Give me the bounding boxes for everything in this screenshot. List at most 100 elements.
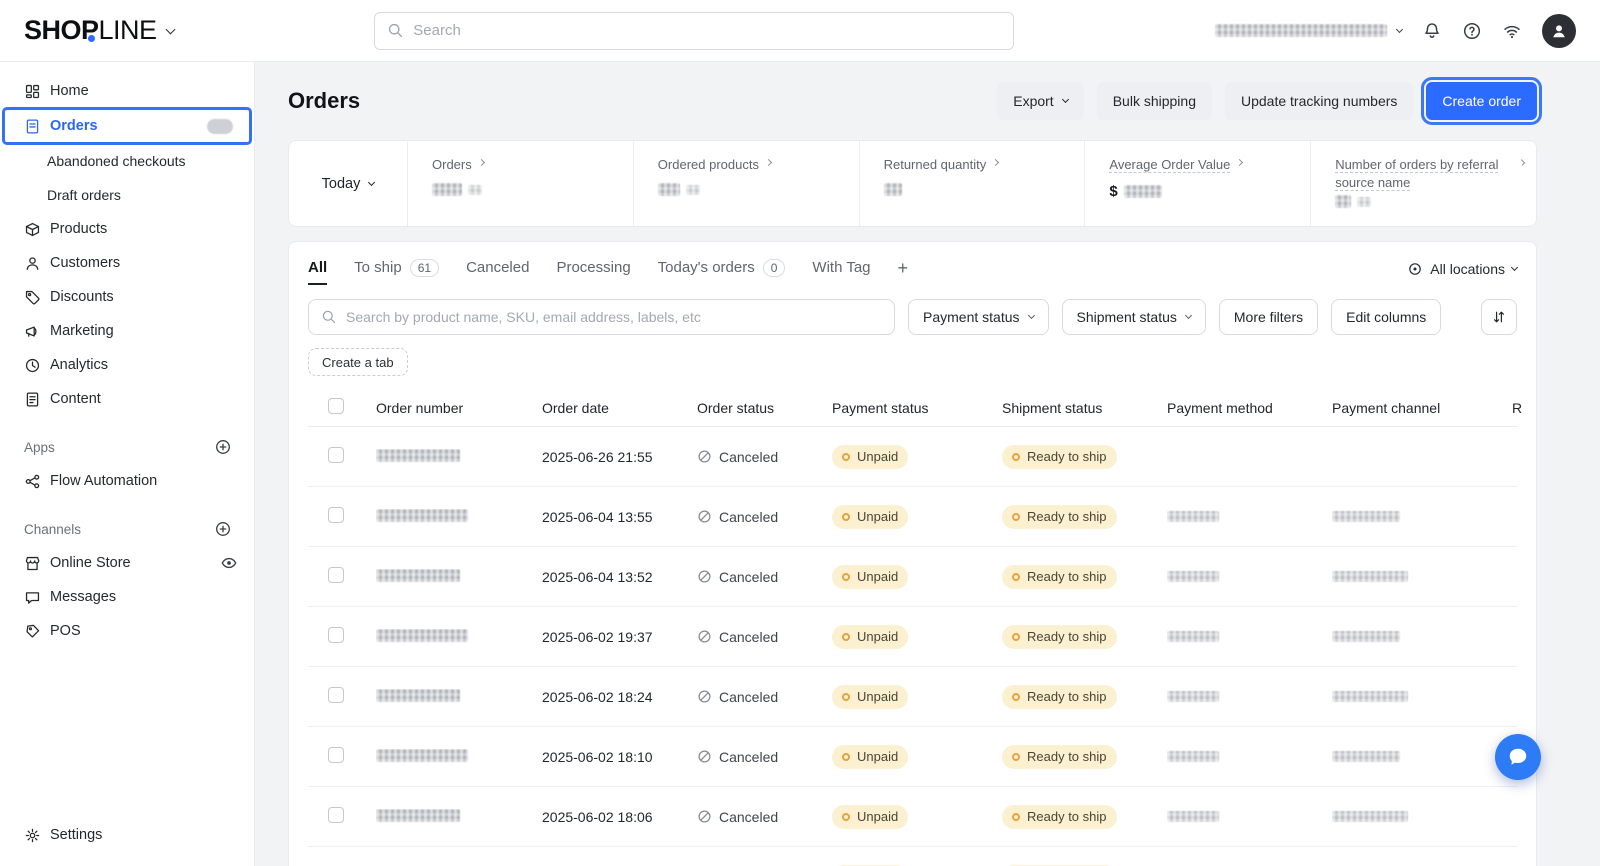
sidebar-item-content[interactable]: Content [0, 382, 254, 416]
column-header[interactable]: Payment channel [1332, 400, 1512, 416]
status-dot [1012, 453, 1020, 461]
payment-channel-redacted [1332, 751, 1400, 762]
sidebar-item-customers[interactable]: Customers [0, 246, 254, 280]
column-header[interactable]: Shipment status [1002, 400, 1167, 416]
sidebar-item-products[interactable]: Products [0, 212, 254, 246]
order-number-redacted[interactable] [376, 629, 468, 642]
shipment-status-badge-label: Ready to ship [1027, 689, 1107, 704]
row-checkbox[interactable] [328, 627, 344, 643]
chat-launcher-button[interactable] [1495, 734, 1541, 780]
order-number-redacted[interactable] [376, 509, 468, 522]
order-number-redacted[interactable] [376, 569, 460, 582]
export-button[interactable]: Export [997, 82, 1083, 120]
stat-orders-label[interactable]: Orders [432, 156, 484, 174]
shopline-logo[interactable]: SHOPLINE [24, 15, 174, 46]
order-status-label: Canceled [719, 809, 778, 825]
stat-returned-quantity-label[interactable]: Returned quantity [884, 156, 999, 174]
discounts-icon [24, 289, 41, 306]
sidebar-item-messages[interactable]: Messages [0, 580, 254, 614]
create-tab-button[interactable]: Create a tab [308, 348, 408, 376]
column-header[interactable]: Order number [376, 400, 542, 416]
sidebar-item-label: Analytics [50, 357, 108, 373]
tab-todays-orders[interactable]: Today's orders0 [658, 259, 786, 286]
shipment-status-filter[interactable]: Shipment status [1062, 299, 1206, 335]
stat-referral-orders: Number of orders by referral source name [1311, 141, 1536, 226]
sidebar-item-pos[interactable]: POS [0, 614, 254, 648]
edit-columns-button[interactable]: Edit columns [1331, 299, 1441, 335]
row-checkbox[interactable] [328, 507, 344, 523]
order-number-redacted[interactable] [376, 689, 460, 702]
sidebar-item-settings[interactable]: Settings [0, 818, 254, 852]
add-tab-button[interactable]: + [898, 258, 909, 286]
table-row[interactable]: 2025-06-26 21:55 Canceled Unpaid Ready t… [308, 427, 1517, 487]
sidebar-item-online-store[interactable]: Online Store [0, 546, 254, 580]
row-checkbox[interactable] [328, 807, 344, 823]
row-checkbox[interactable] [328, 747, 344, 763]
help-icon[interactable] [1462, 21, 1482, 41]
order-status: Canceled [697, 629, 832, 645]
order-number-redacted[interactable] [376, 449, 460, 462]
row-checkbox[interactable] [328, 687, 344, 703]
table-row[interactable]: 2025-06-02 18:10 Canceled Unpaid Ready t… [308, 727, 1517, 787]
row-checkbox[interactable] [328, 567, 344, 583]
eye-icon[interactable] [220, 554, 238, 572]
payment-status-filter[interactable]: Payment status [908, 299, 1049, 335]
tab-all[interactable]: All [308, 259, 327, 285]
sidebar-item-analytics[interactable]: Analytics [0, 348, 254, 382]
column-header[interactable]: Payment status [832, 400, 1002, 416]
table-row[interactable]: 2025-06-02 18:24 Canceled Unpaid Ready t… [308, 667, 1517, 727]
filter-row: Payment status Shipment status More filt… [308, 299, 1517, 335]
payment-method-redacted [1167, 751, 1219, 762]
store-switcher[interactable] [1215, 24, 1402, 37]
tab-with-tag[interactable]: With Tag [812, 259, 870, 285]
tab-processing[interactable]: Processing [556, 259, 630, 285]
table-row[interactable]: 2025-06-02 19:37 Canceled Unpaid Ready t… [308, 607, 1517, 667]
column-header[interactable]: Order date [542, 400, 697, 416]
row-checkbox[interactable] [328, 447, 344, 463]
chevron-down-icon [1062, 96, 1069, 103]
tab-to-ship[interactable]: To ship61 [354, 259, 439, 286]
logo-dot [88, 35, 95, 42]
payment-status-badge-label: Unpaid [857, 629, 898, 644]
avatar[interactable] [1542, 14, 1576, 48]
create-order-button[interactable]: Create order [1426, 82, 1537, 120]
sidebar-item-flow-automation[interactable]: Flow Automation [0, 464, 254, 498]
sort-button[interactable] [1481, 299, 1517, 335]
update-tracking-numbers-button[interactable]: Update tracking numbers [1225, 82, 1413, 120]
sidebar-item-home[interactable]: Home [0, 74, 254, 108]
sidebar-item-discounts[interactable]: Discounts [0, 280, 254, 314]
sidebar-item-draft-orders[interactable]: Draft orders [0, 178, 254, 212]
stat-referral-value2-redacted [1357, 197, 1371, 207]
orders-table: Order number Order date Order status Pay… [308, 389, 1517, 866]
order-status: Canceled [697, 569, 832, 585]
column-header[interactable]: Order status [697, 400, 832, 416]
table-row[interactable]: 2025-06-04 13:55 Canceled Unpaid Ready t… [308, 487, 1517, 547]
select-all-checkbox[interactable] [328, 398, 344, 414]
plus-circle-icon[interactable] [214, 520, 232, 538]
bulk-shipping-button[interactable]: Bulk shipping [1097, 82, 1212, 120]
column-header[interactable]: Payment method [1167, 400, 1332, 416]
global-search-input[interactable] [413, 22, 1001, 39]
order-number-redacted[interactable] [376, 809, 460, 822]
user-icon [1549, 21, 1569, 41]
table-row[interactable]: 2025-06-04 13:52 Canceled Unpaid Ready t… [308, 547, 1517, 607]
stat-referral-label[interactable]: Number of orders by referral source name [1335, 156, 1524, 191]
order-search-input[interactable] [346, 309, 882, 325]
sidebar-item-abandoned-checkouts[interactable]: Abandoned checkouts [0, 144, 254, 178]
order-number-redacted[interactable] [376, 749, 468, 762]
location-filter[interactable]: All locations [1407, 261, 1517, 284]
stats-period-select[interactable]: Today [289, 141, 408, 226]
stat-aov-label[interactable]: Average Order Value [1109, 156, 1242, 174]
stat-ordered-products-label[interactable]: Ordered products [658, 156, 771, 174]
table-row[interactable]: 2025-06-02 18:06 Canceled Unpaid Ready t… [308, 787, 1517, 847]
sidebar-item-marketing[interactable]: Marketing [0, 314, 254, 348]
network-status-icon[interactable] [1502, 21, 1522, 41]
tab-canceled[interactable]: Canceled [466, 259, 529, 285]
plus-circle-icon[interactable] [214, 438, 232, 456]
more-filters-button[interactable]: More filters [1219, 299, 1318, 335]
sidebar-item-orders[interactable]: Orders [5, 110, 249, 142]
bell-icon[interactable] [1422, 21, 1442, 41]
status-dot [842, 693, 850, 701]
column-header[interactable]: Recipient [1512, 400, 1522, 416]
table-row[interactable]: Canceled Unpaid Ready to ship [308, 847, 1517, 866]
